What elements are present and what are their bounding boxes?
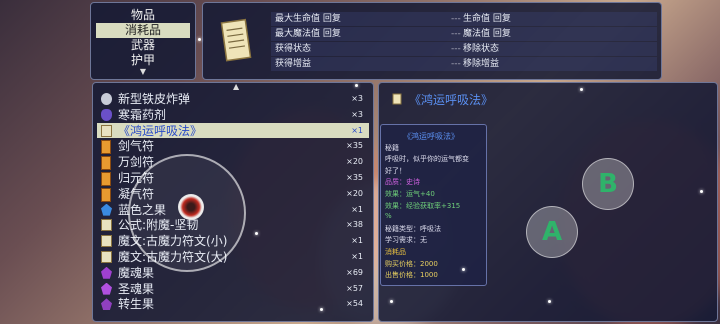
item-name: 寒霜药剂 [118, 107, 167, 122]
item-name: 转生果 [118, 297, 155, 312]
item-name: 魔魂果 [118, 265, 155, 280]
tooltip-line: 消耗品 [385, 248, 406, 256]
item-row[interactable]: 寒霜药剂 ×3 [97, 107, 369, 123]
tooltip-line: 呼吸时，似乎你的运气都变 [385, 155, 469, 164]
scroll-icon [101, 235, 112, 248]
effect-row: 最大生命值 回复 --- 生命值 回复 [271, 12, 657, 26]
fruit-icon [101, 298, 112, 311]
bomb-icon [101, 93, 112, 105]
tooltip-line: 购买价格：2000 [385, 259, 438, 268]
item-name: 《鸿运呼吸法》 [118, 123, 203, 138]
potion-icon [101, 108, 112, 121]
item-count: ×3 [351, 109, 363, 119]
a-button[interactable]: A [526, 206, 578, 258]
item-row[interactable]: 《鸿运呼吸法》 ×1 [97, 122, 369, 139]
talisman-icon [101, 172, 111, 186]
effect-right-label: 移除状态 [463, 44, 500, 54]
tooltip-line: 好了！ [385, 166, 406, 175]
tooltip-line: 秘籍类型：呼吸法 [385, 224, 441, 233]
item-count: ×57 [346, 283, 363, 293]
effect-separator: --- [451, 14, 461, 24]
tooltip-line: 秘籍 [385, 143, 399, 152]
talisman-icon [101, 156, 111, 171]
scroll-icon [101, 124, 112, 137]
effect-row: 获得状态 --- 移除状态 [271, 42, 657, 56]
scroll-down-arrow-icon[interactable]: ▼ [91, 68, 195, 76]
fruit-icon [101, 203, 112, 216]
talisman-icon [101, 187, 111, 202]
item-count: ×69 [346, 267, 363, 277]
item-count: ×35 [346, 141, 363, 151]
category-tab[interactable]: 物品 [96, 8, 190, 23]
item-count: ×1 [351, 252, 363, 261]
effect-left-label: 获得增益 [275, 59, 312, 69]
detail-title: 《鸿运呼吸法》 [409, 93, 494, 107]
item-count: ×54 [346, 299, 363, 309]
effect-left-label: 最大生命值 回复 [275, 14, 341, 24]
effect-separator: --- [451, 44, 461, 54]
item-row[interactable]: 转生果 ×54 [97, 296, 369, 312]
effect-left-label: 最大魔法值 回复 [275, 29, 341, 39]
tooltip-line: 品质：史诗 [385, 178, 420, 187]
item-count: ×20 [346, 188, 363, 198]
effect-separator: --- [451, 29, 461, 39]
item-name: 圣魂果 [118, 281, 155, 296]
effect-right-label: 移除增益 [463, 59, 500, 69]
item-row[interactable]: 新型铁皮炸弹 ×3 [97, 91, 369, 107]
tooltip-line: % [385, 212, 392, 221]
item-name: 剑气符 [118, 139, 155, 154]
scroll-up-arrow-icon[interactable]: ▲ [233, 83, 239, 91]
tooltip-line: 出售价格：1000 [385, 271, 438, 280]
category-tab[interactable]: 消耗品 [96, 23, 190, 38]
item-name: 新型铁皮炸弹 [118, 92, 191, 106]
fruit-icon [101, 282, 112, 295]
category-tab[interactable]: 武器 [96, 38, 190, 53]
scroll-icon [101, 219, 112, 232]
talisman-icon [101, 140, 111, 155]
tooltip-line: 效果：经验获取率+315 [385, 201, 461, 210]
tooltip-line: 学习需求：无 [385, 236, 427, 245]
b-button[interactable]: B [582, 158, 634, 210]
item-row[interactable]: 魔魂果 ×69 [97, 265, 369, 281]
category-tab[interactable]: 护甲 [96, 53, 190, 68]
tooltip-line: 效果：运气+40 [385, 190, 435, 198]
item-tooltip: 《鸿运呼吸法》 秘籍呼吸时，似乎你的运气都变 好了！ 品质：史诗效果：运气+40 效果：… [380, 124, 487, 286]
item-count: ×1 [351, 125, 363, 135]
item-count: ×3 [351, 94, 363, 103]
item-row[interactable]: 万剑符 ×20 [97, 154, 369, 171]
item-row[interactable]: 魔文:古魔力符文(大) ×1 [97, 249, 369, 265]
item-count: ×38 [346, 220, 363, 230]
scroll-icon [392, 93, 402, 105]
effect-row: 最大魔法值 回复 --- 魔法值 回复 [271, 27, 657, 41]
item-effects-panel: 最大生命值 回复 --- 生命值 回复 最大魔法值 回复 --- 魔法值 回复 获得状态 --… [202, 2, 662, 80]
scroll-icon [101, 251, 112, 263]
effect-right-label: 生命值 回复 [463, 14, 511, 24]
scroll-icon [220, 18, 252, 62]
category-panel: 物品 消耗品 武器 护甲 ▼ [90, 2, 196, 80]
item-count: ×20 [346, 157, 363, 167]
fruit-icon [101, 266, 112, 279]
joystick-knob[interactable] [178, 194, 204, 220]
item-count: ×35 [346, 173, 363, 182]
effect-left-label: 获得状态 [275, 44, 312, 54]
item-count: ×1 [351, 204, 363, 214]
effect-right-label: 魔法值 回复 [463, 29, 511, 39]
tooltip-line: 《鸿运呼吸法》 [403, 132, 459, 141]
item-row[interactable]: 剑气符 ×35 [97, 138, 369, 155]
effect-separator: --- [451, 59, 461, 69]
item-count: ×1 [351, 236, 363, 246]
effect-row: 获得增益 --- 移除增益 [271, 57, 657, 71]
item-row[interactable]: 圣魂果 ×57 [97, 281, 369, 297]
